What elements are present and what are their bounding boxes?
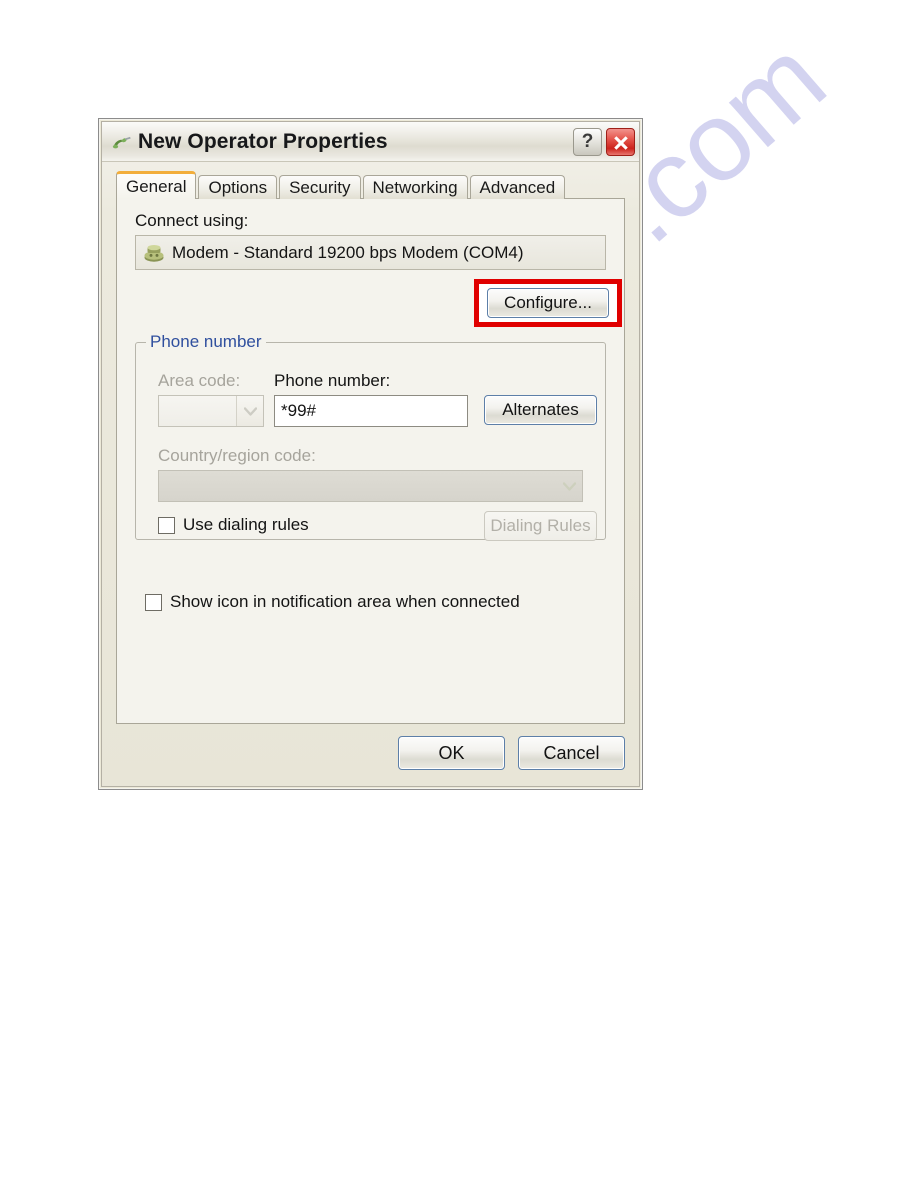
tab-security[interactable]: Security [279, 175, 361, 199]
tab-advanced-label: Advanced [479, 177, 556, 197]
configure-highlight-box: Configure... [474, 279, 622, 327]
phone-number-input[interactable]: *99# [274, 395, 468, 427]
connect-using-device-name: Modem - Standard 19200 bps Modem (COM4) [172, 242, 524, 262]
show-icon-notification-label: Show icon in notification area when conn… [170, 592, 520, 611]
show-icon-notification-checkbox[interactable] [145, 593, 162, 611]
dialog-inner-frame: New Operator Properties ? General Option… [101, 121, 640, 787]
modem-icon [144, 244, 164, 262]
tab-networking[interactable]: Networking [362, 175, 468, 199]
tab-strip: General Options Security Networking Adva… [116, 171, 625, 199]
general-tab-panel: Connect using: Modem - Standard 19200 bp… [116, 198, 625, 724]
phone-number-group: Phone number Area code: Phone number: *9… [135, 332, 606, 541]
use-dialing-rules-checkbox[interactable] [158, 516, 175, 534]
country-region-code-combo[interactable] [158, 470, 583, 502]
tab-options-label: Options [208, 177, 268, 197]
tab-options[interactable]: Options [198, 175, 278, 199]
dialing-rules-button: Dialing Rules [484, 511, 597, 541]
ok-button[interactable]: OK [398, 736, 505, 770]
alternates-button[interactable]: Alternates [484, 395, 597, 425]
tab-general[interactable]: General [116, 171, 197, 199]
cancel-button[interactable]: Cancel [518, 736, 625, 770]
connect-using-label: Connect using: [135, 211, 249, 230]
tab-advanced[interactable]: Advanced [469, 175, 566, 199]
new-operator-properties-dialog: New Operator Properties ? General Option… [98, 118, 643, 790]
close-button[interactable] [606, 127, 635, 156]
chevron-down-icon [556, 471, 582, 501]
area-code-combo[interactable] [158, 395, 264, 427]
area-code-label: Area code: [158, 371, 241, 390]
chevron-down-icon [236, 396, 263, 426]
connect-using-device[interactable]: Modem - Standard 19200 bps Modem (COM4) [135, 235, 606, 270]
window-title: New Operator Properties [138, 131, 388, 152]
dialog-footer: OK Cancel [116, 734, 625, 772]
show-icon-notification-row[interactable]: Show icon in notification area when conn… [145, 592, 520, 612]
use-dialing-rules-label: Use dialing rules [183, 515, 309, 534]
help-button[interactable]: ? [573, 127, 602, 156]
country-region-code-label: Country/region code: [158, 446, 316, 465]
close-icon [613, 135, 628, 150]
phone-handset-icon [112, 136, 131, 148]
use-dialing-rules-row[interactable]: Use dialing rules [158, 515, 309, 535]
phone-number-label: Phone number: [274, 371, 391, 390]
tab-networking-label: Networking [372, 177, 458, 197]
phone-number-group-title: Phone number [146, 332, 266, 352]
tab-security-label: Security [289, 177, 351, 197]
window-controls: ? [573, 127, 635, 156]
tab-general-label: General [126, 176, 187, 196]
configure-button[interactable]: Configure... [487, 288, 609, 318]
title-bar: New Operator Properties ? [102, 122, 639, 162]
